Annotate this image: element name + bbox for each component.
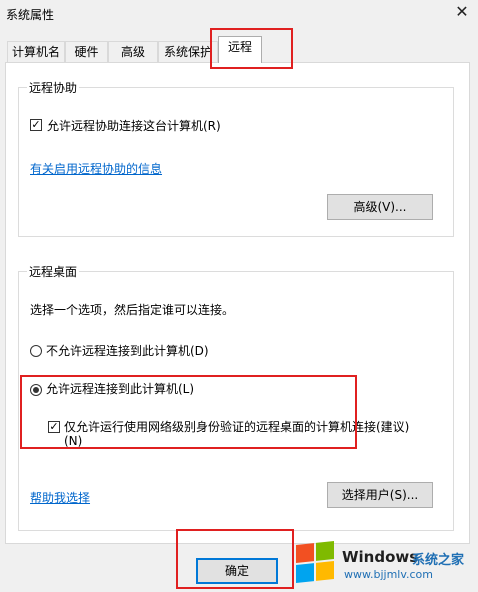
watermark-url: www.bjjmlv.com [344,568,433,581]
allow-remote-assistance-label[interactable]: 允许远程协助连接这台计算机(R) [47,117,221,134]
remote-desktop-group-label: 远程桌面 [27,263,80,280]
tab-system-protection[interactable]: 系统保护 [158,41,218,62]
advanced-button[interactable]: 高级(V)... [327,194,433,220]
select-users-button[interactable]: 选择用户(S)... [327,482,433,508]
tab-computer-name[interactable]: 计算机名 [7,41,65,62]
watermark-cn-text: 系统之家 [412,553,465,568]
deny-remote-radio[interactable] [30,345,42,357]
tab-advanced[interactable]: 高级 [108,41,158,62]
help-me-choose-link[interactable]: 帮助我选择 [30,489,90,506]
tab-hardware[interactable]: 硬件 [65,41,108,62]
tab-label: 高级 [120,45,145,59]
remote-desktop-instruction: 选择一个选项，然后指定谁可以连接。 [30,303,235,317]
close-icon[interactable]: ✕ [452,2,472,22]
watermark: Windows 系统之家 www.bjjmlv.com [292,535,478,589]
window-title: 系统属性 [6,8,55,22]
tab-label: 计算机名 [11,45,60,59]
allow-remote-assistance-checkbox[interactable]: ✓ [30,119,42,131]
highlight-ok-button [176,529,294,589]
remote-assistance-info-link[interactable]: 有关启用远程协助的信息 [30,160,162,177]
deny-remote-label[interactable]: 不允许远程连接到此计算机(D) [46,342,209,359]
highlight-remote-tab [210,28,293,69]
watermark-brand: Windows [342,548,419,566]
tab-label: 系统保护 [163,45,212,59]
remote-assistance-group-label: 远程协助 [27,79,80,96]
tab-label: 硬件 [74,45,99,59]
highlight-allow-options [20,375,357,449]
